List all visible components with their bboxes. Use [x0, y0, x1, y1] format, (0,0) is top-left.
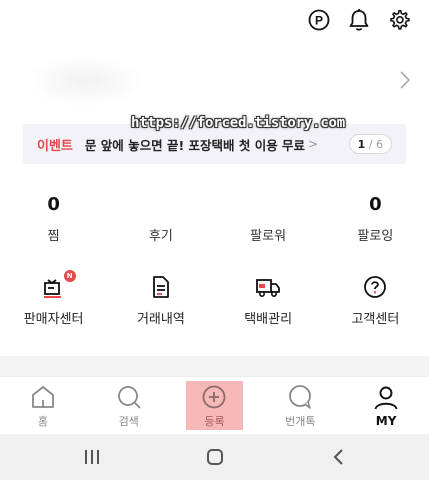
menu-seller-center[interactable]: N 판매자센터 [0, 270, 107, 327]
pager-current: 1 [357, 137, 366, 151]
stat-label: 찜 [47, 229, 60, 244]
tab-my[interactable]: MY [343, 377, 429, 434]
tab-chat[interactable]: 번개톡 [257, 377, 343, 434]
seller-center-icon: N [41, 270, 76, 300]
menu-label: 거래내역 [136, 312, 185, 327]
watermark: https://forced.tistory.com [131, 115, 345, 131]
profile-icon [372, 384, 400, 412]
pager-total: 6 [376, 137, 383, 151]
home-button-icon[interactable] [195, 442, 235, 472]
tab-label: 번개톡 [285, 414, 316, 428]
stat-value: 0 [369, 194, 382, 215]
bottom-tab-bar: 홈 검색 등록 번개톡 MY [0, 376, 429, 434]
pager-separator: / [365, 137, 376, 151]
menu-delivery[interactable]: 택배관리 [215, 274, 322, 327]
menu-customer-center[interactable]: 고객센터 [322, 274, 429, 327]
tab-home[interactable]: 홈 [0, 377, 86, 434]
tab-label: 검색 [118, 414, 139, 428]
tab-label: MY [375, 413, 397, 428]
stat-label: 팔로잉 [357, 229, 394, 244]
menu-label: 고객센터 [351, 312, 400, 327]
event-arrow: > [308, 137, 319, 151]
profile-section[interactable] [0, 52, 429, 112]
tab-register[interactable]: 등록 [172, 377, 258, 434]
chat-icon [286, 383, 314, 411]
help-icon [362, 274, 388, 300]
search-icon [115, 383, 143, 411]
recent-apps-icon[interactable] [72, 442, 112, 472]
tab-label: 홈 [37, 414, 48, 428]
stat-likes[interactable]: 0 찜 [0, 194, 107, 244]
menu-label: 택배관리 [244, 312, 293, 327]
point-icon[interactable]: P [307, 8, 331, 32]
event-pager: 1 / 6 [348, 134, 392, 154]
bell-icon[interactable] [347, 8, 371, 32]
event-text: 문 앞에 놓으면 끝! 포장택배 첫 이용 무료 [84, 137, 306, 153]
new-badge: N [63, 270, 76, 282]
stats-row: 0 찜 후기 팔로워 0 팔로잉 [0, 194, 429, 244]
tab-search[interactable]: 검색 [86, 377, 172, 434]
section-divider [0, 356, 429, 376]
chevron-right-icon[interactable] [399, 70, 411, 94]
add-icon [200, 383, 228, 411]
system-nav-bar [0, 434, 429, 480]
document-icon [148, 274, 174, 300]
menu-transactions[interactable]: 거래내역 [107, 274, 214, 327]
top-bar: P [307, 6, 411, 34]
stat-label: 후기 [148, 229, 173, 244]
stat-following[interactable]: 0 팔로잉 [322, 194, 429, 244]
truck-icon [255, 274, 281, 300]
point-glyph: P [315, 14, 323, 28]
stat-reviews[interactable]: 후기 [107, 194, 214, 244]
stat-followers[interactable]: 팔로워 [215, 194, 322, 244]
menu-label: 판매자센터 [23, 312, 84, 327]
home-icon [29, 383, 57, 411]
gear-icon[interactable] [387, 8, 411, 32]
stat-value: 0 [47, 194, 60, 215]
stat-label: 팔로워 [250, 229, 287, 244]
menu-row: N 판매자센터 거래내역 택배관리 고객센터 [0, 270, 429, 327]
profile-blurred [30, 56, 140, 106]
event-tag: 이벤트 [37, 138, 73, 154]
back-icon[interactable] [318, 442, 358, 472]
tab-label: 등록 [204, 414, 225, 428]
